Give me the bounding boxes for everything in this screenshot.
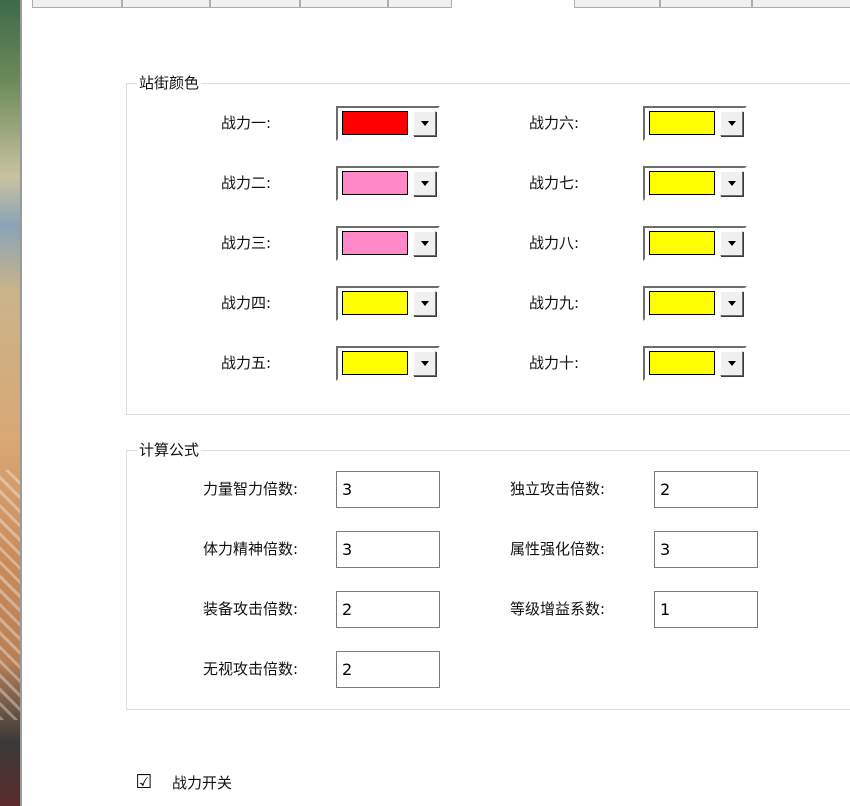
- chevron-down-icon: [727, 181, 736, 186]
- chevron-down-icon: [420, 121, 429, 126]
- color-swatch: [342, 231, 408, 255]
- chevron-down-icon: [727, 361, 736, 366]
- color-swatch: [649, 351, 715, 375]
- power-4-label: 战力四:: [221, 294, 272, 312]
- tab-4[interactable]: [300, 0, 388, 8]
- power-10-color-picker[interactable]: [643, 346, 747, 381]
- dropdown-button[interactable]: [720, 231, 743, 256]
- chevron-down-icon: [420, 181, 429, 186]
- vit-spr-multiplier-input[interactable]: [336, 531, 440, 568]
- color-swatch: [342, 171, 408, 195]
- color-swatch: [649, 231, 715, 255]
- str-int-multiplier-input[interactable]: [336, 471, 440, 508]
- chevron-down-icon: [727, 121, 736, 126]
- element-enhance-multiplier-input[interactable]: [654, 531, 758, 568]
- power-6-color-picker[interactable]: [643, 106, 747, 141]
- dropdown-button[interactable]: [720, 351, 743, 376]
- tab-8[interactable]: [752, 0, 850, 8]
- color-swatch: [342, 111, 408, 135]
- power-5-label: 战力五:: [221, 354, 272, 372]
- tab-5[interactable]: [388, 0, 452, 8]
- chevron-down-icon: [420, 361, 429, 366]
- color-swatch: [342, 351, 408, 375]
- power-1-label: 战力一:: [221, 114, 272, 132]
- standing-colors-title: 站街颜色: [137, 73, 202, 93]
- str-int-multiplier-label: 力量智力倍数:: [203, 480, 299, 498]
- power-10-label: 战力十:: [529, 354, 580, 372]
- power-2-color-picker[interactable]: [336, 166, 440, 201]
- ignore-atk-multiplier-label: 无视攻击倍数:: [203, 660, 299, 678]
- dropdown-button[interactable]: [720, 291, 743, 316]
- independent-atk-multiplier-label: 独立攻击倍数:: [510, 480, 606, 498]
- level-gain-coefficient-input[interactable]: [654, 591, 758, 628]
- tab-6[interactable]: [574, 0, 660, 8]
- ignore-atk-multiplier-input[interactable]: [336, 651, 440, 688]
- window-border: [20, 0, 22, 806]
- chevron-down-icon: [727, 301, 736, 306]
- power-switch-row[interactable]: ☑ 战力开关: [135, 767, 233, 797]
- power-5-color-picker[interactable]: [336, 346, 440, 381]
- power-8-label: 战力八:: [529, 234, 580, 252]
- power-3-color-picker[interactable]: [336, 226, 440, 261]
- power-9-color-picker[interactable]: [643, 286, 747, 321]
- dropdown-button[interactable]: [413, 351, 436, 376]
- dropdown-button[interactable]: [413, 171, 436, 196]
- chevron-down-icon: [420, 241, 429, 246]
- power-1-color-picker[interactable]: [336, 106, 440, 141]
- color-swatch: [649, 111, 715, 135]
- background-game-artwork: [0, 0, 20, 806]
- equip-atk-multiplier-input[interactable]: [336, 591, 440, 628]
- tab-1[interactable]: [32, 0, 122, 8]
- chevron-down-icon: [420, 301, 429, 306]
- power-7-color-picker[interactable]: [643, 166, 747, 201]
- dropdown-button[interactable]: [413, 291, 436, 316]
- check-icon: ☑: [135, 770, 153, 793]
- power-2-label: 战力二:: [221, 174, 272, 192]
- power-3-label: 战力三:: [221, 234, 272, 252]
- equip-atk-multiplier-label: 装备攻击倍数:: [203, 600, 299, 618]
- dropdown-button[interactable]: [720, 171, 743, 196]
- power-6-label: 战力六:: [529, 114, 580, 132]
- independent-atk-multiplier-input[interactable]: [654, 471, 758, 508]
- dropdown-button[interactable]: [413, 231, 436, 256]
- power-4-color-picker[interactable]: [336, 286, 440, 321]
- power-7-label: 战力七:: [529, 174, 580, 192]
- power-8-color-picker[interactable]: [643, 226, 747, 261]
- element-enhance-multiplier-label: 属性强化倍数:: [510, 540, 606, 558]
- power-switch-checkbox[interactable]: ☑: [135, 770, 153, 793]
- dropdown-button[interactable]: [413, 111, 436, 136]
- tab-7[interactable]: [660, 0, 752, 8]
- level-gain-coefficient-label: 等级增益系数:: [510, 600, 606, 618]
- formula-title: 计算公式: [137, 440, 202, 460]
- tab-2[interactable]: [122, 0, 210, 8]
- chevron-down-icon: [727, 241, 736, 246]
- dropdown-button[interactable]: [720, 111, 743, 136]
- power-9-label: 战力九:: [529, 294, 580, 312]
- tab-3[interactable]: [210, 0, 300, 8]
- power-switch-label: 战力开关: [172, 773, 233, 792]
- color-swatch: [342, 291, 408, 315]
- color-swatch: [649, 291, 715, 315]
- vit-spr-multiplier-label: 体力精神倍数:: [203, 540, 299, 558]
- color-swatch: [649, 171, 715, 195]
